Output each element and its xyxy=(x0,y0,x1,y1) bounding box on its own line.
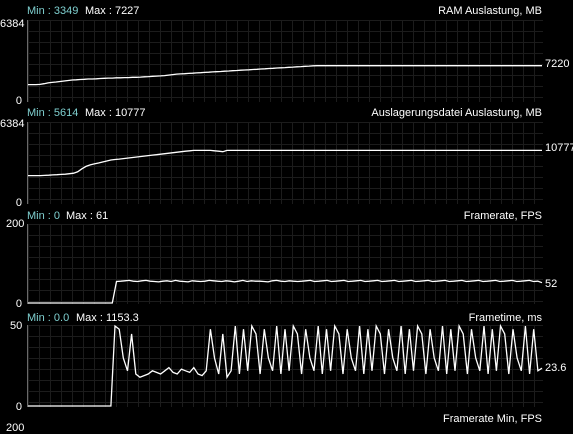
current-value: 23.6 xyxy=(545,362,567,374)
current-value: 7220 xyxy=(545,58,570,70)
max-label: Max : 7227 xyxy=(85,5,140,17)
ram-line-chart xyxy=(28,65,542,86)
max-label: Max : 1153.3 xyxy=(76,312,139,324)
frametime-line-chart xyxy=(28,323,543,407)
framerate-min-panel: 200 Framerate Min, FPS xyxy=(0,408,573,434)
panel-title: Frametime, ms xyxy=(468,312,542,324)
min-label: Min : 0 xyxy=(27,210,61,222)
ram-series-line xyxy=(28,65,542,86)
pagefile-panel: 6384 0 Min : 5614 Max : 10777 Auslagerun… xyxy=(0,102,573,209)
min-label: Min : 5614 xyxy=(27,107,79,119)
frametime-series-line xyxy=(28,323,543,407)
pagefile-plot xyxy=(27,122,543,204)
pagefile-series-line xyxy=(28,149,542,177)
framerate-panel: 200 0 Min : 0 Max : 61 Framerate, FPS 52 xyxy=(0,206,573,310)
frametime-panel: 50 0 Min : 0.0 Max : 1153.3 Frametime, m… xyxy=(0,307,573,413)
current-value: 52 xyxy=(545,278,558,290)
min-label: Min : 3349 xyxy=(27,5,79,17)
panel-title: Auslagerungsdatei Auslastung, MB xyxy=(371,107,542,119)
ram-plot xyxy=(27,20,543,102)
y-top-label: 200 xyxy=(6,422,25,434)
y-top-label: 50 xyxy=(10,320,23,332)
current-value: 10777 xyxy=(545,142,573,154)
panel-title: Framerate, FPS xyxy=(463,210,542,222)
framerate-line-chart xyxy=(28,279,543,304)
framerate-plot xyxy=(27,224,543,304)
framerate-series-line xyxy=(28,279,543,304)
y-top-label: 6384 xyxy=(0,18,25,30)
min-label: Min : 0.0 xyxy=(27,312,70,324)
y-top-label: 200 xyxy=(6,218,25,230)
max-label: Max : 10777 xyxy=(85,107,146,119)
frametime-plot xyxy=(27,323,543,407)
panel-title: Framerate Min, FPS xyxy=(442,413,542,425)
ram-panel: 6384 0 Min : 3349 Max : 7227 RAM Auslast… xyxy=(0,0,573,107)
pagefile-line-chart xyxy=(28,149,542,177)
max-label: Max : 61 xyxy=(66,210,109,222)
panel-title: RAM Auslastung, MB xyxy=(438,5,542,17)
y-top-label: 6384 xyxy=(0,118,25,130)
